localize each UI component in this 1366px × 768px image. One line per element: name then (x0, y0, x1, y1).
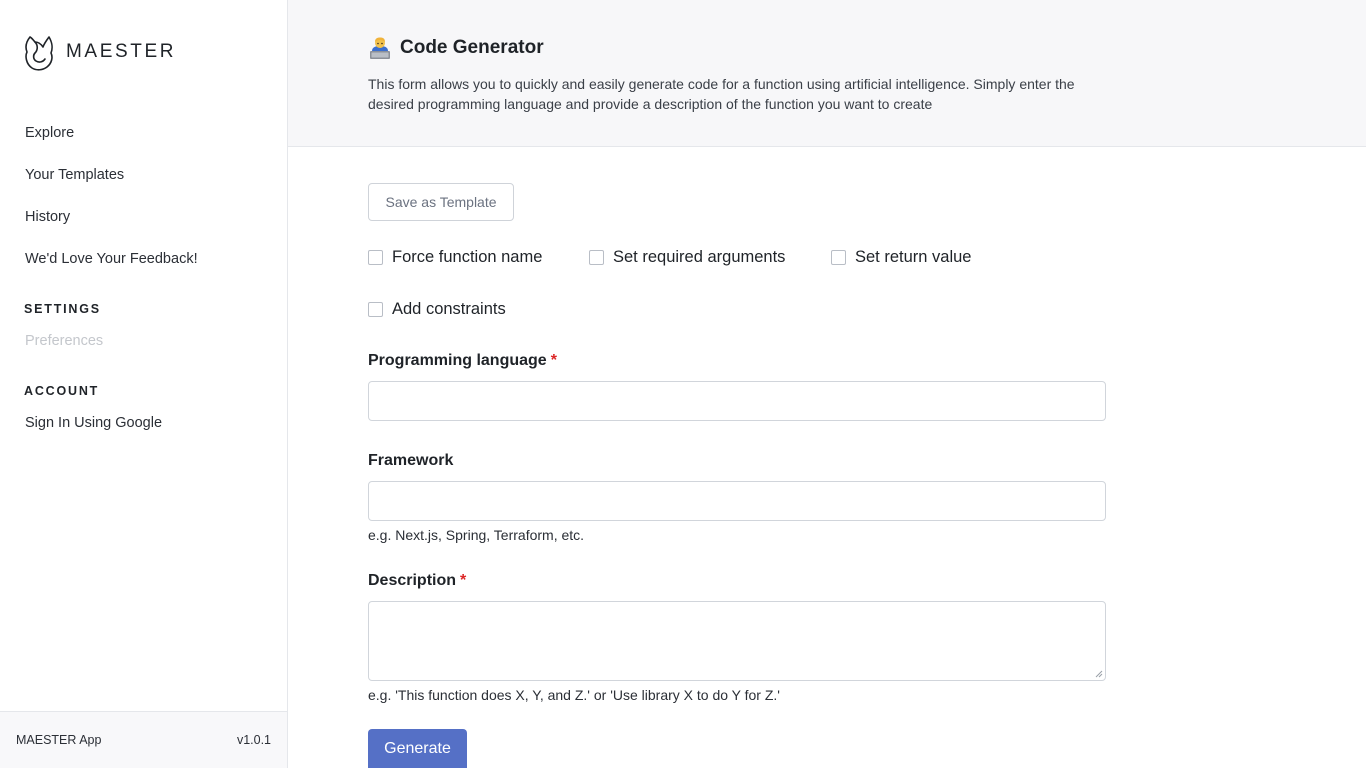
brand-name: MAESTER (66, 41, 177, 62)
description-hint: e.g. 'This function does X, Y, and Z.' o… (368, 687, 780, 703)
save-as-template-button[interactable]: Save as Template (368, 183, 514, 221)
sidebar-item-your-templates[interactable]: Your Templates (25, 165, 198, 207)
footer-app-name: MAESTER App (16, 733, 102, 747)
checkbox-box[interactable] (368, 250, 383, 265)
field-label-text: Description (368, 572, 457, 589)
framework-hint: e.g. Next.js, Spring, Terraform, etc. (368, 527, 585, 543)
sign-in-google-link[interactable]: Sign In Using Google (25, 415, 162, 431)
description-textarea[interactable] (368, 601, 1106, 681)
sidebar-item-feedback[interactable]: We'd Love Your Feedback! (25, 249, 198, 291)
checkbox-box[interactable] (368, 302, 383, 317)
set-return-value-checkbox[interactable]: Set return value (831, 248, 971, 267)
checkbox-label: Add constraints (392, 300, 506, 318)
programming-language-input[interactable] (368, 381, 1106, 421)
checkbox-label: Force function name (392, 248, 543, 266)
force-function-name-checkbox[interactable]: Force function name (368, 248, 542, 267)
required-mark: * (460, 572, 467, 589)
checkbox-box[interactable] (831, 250, 846, 265)
checkbox-label: Set required arguments (613, 248, 786, 266)
description-label: Description * (368, 572, 466, 590)
add-constraints-checkbox[interactable]: Add constraints (368, 300, 506, 319)
sidebar-item-history[interactable]: History (25, 207, 198, 249)
programming-language-label: Programming language * (368, 352, 557, 370)
set-required-arguments-checkbox[interactable]: Set required arguments (589, 248, 785, 267)
technologist-emoji-icon (370, 37, 390, 59)
page-description: This form allows you to quickly and easi… (368, 76, 1075, 112)
sidebar-nav: Explore Your Templates History We'd Love… (25, 123, 198, 291)
footer-version: v1.0.1 (236, 733, 271, 747)
page-title-row: Code Generator (368, 36, 544, 60)
framework-input[interactable] (368, 481, 1106, 521)
field-label-text: Programming language (368, 352, 547, 369)
resize-handle-icon[interactable] (1095, 670, 1103, 678)
sidebar-item-preferences: Preferences (25, 333, 104, 349)
settings-heading: SETTINGS (24, 302, 101, 316)
account-heading: ACCOUNT (24, 384, 100, 398)
generate-button[interactable]: Generate (368, 729, 467, 768)
page-header: Code Generator This form allows you to q… (288, 0, 1366, 147)
maester-logo-icon (25, 36, 53, 71)
sidebar: MAESTER Explore Your Templates History W… (0, 0, 288, 768)
sidebar-footer: MAESTER App v1.0.1 (0, 711, 287, 768)
required-mark: * (550, 352, 557, 369)
framework-label: Framework (368, 452, 454, 469)
checkbox-box[interactable] (589, 250, 604, 265)
sidebar-item-explore[interactable]: Explore (25, 123, 198, 165)
checkbox-label: Set return value (855, 248, 972, 266)
brand-logo-link[interactable]: MAESTER (24, 32, 176, 72)
page-title: Code Generator (400, 37, 544, 58)
